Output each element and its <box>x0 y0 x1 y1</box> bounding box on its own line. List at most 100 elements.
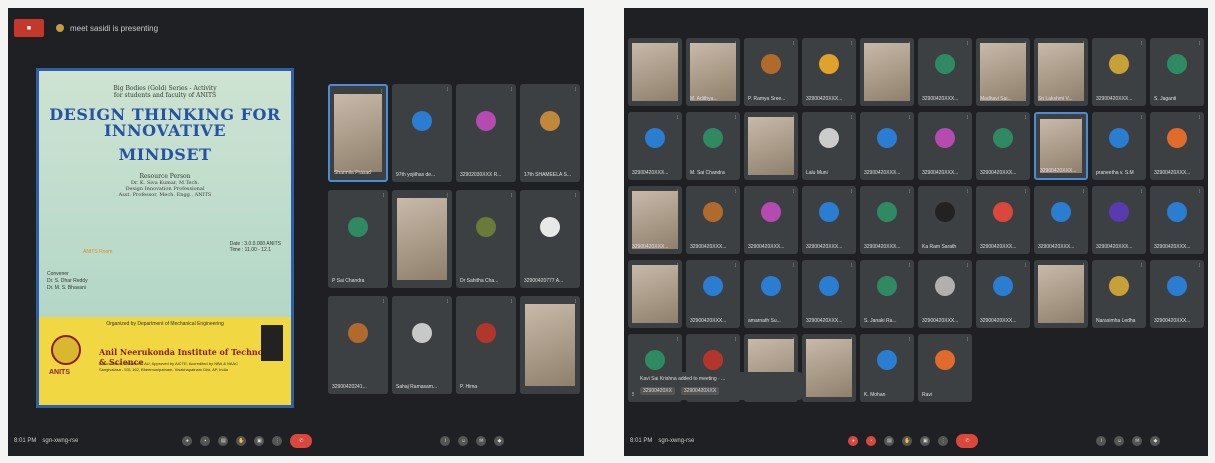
time-line: Time : 11.00 - 12.1 <box>229 247 271 253</box>
present-icon[interactable]: ▣ <box>254 436 265 446</box>
participant-tile[interactable]: ⁞ 32900420XXX... <box>860 112 914 180</box>
participant-tile[interactable]: ⁞ 32900420XXX... <box>1150 186 1204 254</box>
participant-tile[interactable]: ⁞ 32900420XXX... <box>1092 38 1146 106</box>
participant-tile[interactable]: ⁞ 32900420XXX... <box>628 112 682 180</box>
mic-off-icon[interactable]: ● <box>848 436 859 446</box>
participant-tile[interactable]: ⁞ <box>1034 260 1088 328</box>
venue-text: ANITS Room <box>83 249 113 255</box>
participant-name: K. Mohan <box>864 392 886 398</box>
participant-tile[interactable]: ⁞ Dr Sahitha Cha... <box>456 190 516 288</box>
participant-tile[interactable]: ⁞ Sahaj Ramasam... <box>392 296 452 394</box>
toast-chip[interactable]: 32900420XX <box>640 387 675 395</box>
people-icon[interactable]: ☺ <box>458 436 469 446</box>
participant-tile[interactable]: ⁞ 32900420XXX... <box>802 186 856 254</box>
participant-tile[interactable]: ⁞ 32900420XXX... <box>1150 112 1204 180</box>
participant-avatar <box>935 127 955 148</box>
participant-tile[interactable]: ⁞ 32900420XXX... <box>918 38 972 106</box>
participant-tile[interactable]: ⁞ 32900420XXX... <box>686 186 740 254</box>
participant-name: 17th SHAMEELA S... <box>524 172 571 178</box>
toast-chip[interactable]: 32900420XXX <box>680 387 720 395</box>
participant-avatar <box>348 323 368 344</box>
info-icon[interactable]: i <box>440 436 451 446</box>
leave-call-button[interactable]: ✆ <box>290 434 313 448</box>
people-icon[interactable]: ☺ <box>1114 436 1125 446</box>
participant-tile[interactable]: ⁞ K. Mohan <box>860 334 914 402</box>
more-options-icon[interactable]: ⋮ <box>272 436 283 446</box>
participant-name: 32900420XXX... <box>864 170 901 176</box>
participant-avatar <box>935 349 955 370</box>
participant-tile[interactable]: ⁞ 32900420XXX... <box>918 260 972 328</box>
activities-icon[interactable]: ◆ <box>1150 436 1161 446</box>
participant-tile[interactable]: ⁞ 17th SHAMEELA S... <box>520 84 580 182</box>
participant-tile[interactable]: ⁞ amarnath Su... <box>744 260 798 328</box>
mic-icon[interactable]: ● <box>182 436 193 446</box>
participant-tile[interactable]: ⁞ <box>520 296 580 394</box>
participant-tile[interactable]: ⁞ 32900420XXX... <box>860 186 914 254</box>
participant-tile[interactable]: ⁞ 32900420XXX... <box>802 260 856 328</box>
participant-avatar <box>761 53 781 74</box>
participant-tile[interactable]: ⁞ 32902030XXX R... <box>456 84 516 182</box>
mic-muted-icon: ⁞ <box>966 41 968 47</box>
participant-tile[interactable]: ⁞ 32900420XXX... <box>918 112 972 180</box>
participant-tile[interactable]: ⁞ 32900420XXX... <box>1150 260 1204 328</box>
participant-tile[interactable]: ⁞ 32900420XXX... <box>1034 112 1088 180</box>
mic-muted-icon: ⁞ <box>676 189 678 195</box>
participant-tile[interactable]: ⁞ Narasimha Ledha <box>1092 260 1146 328</box>
participant-tile[interactable]: ⁞ M. Adithya... <box>686 38 740 106</box>
participant-tile[interactable]: ⁞ <box>802 334 856 402</box>
captions-icon[interactable]: ▤ <box>218 436 229 446</box>
participant-tile[interactable]: ⁞ Sri Lakshmi V... <box>1034 38 1088 106</box>
present-icon[interactable]: ▣ <box>920 436 931 446</box>
participant-tile[interactable]: ⁞ S. Janaki Ra... <box>860 260 914 328</box>
participant-tile[interactable]: ⁞ M. Sai Chandra <box>686 112 740 180</box>
participant-tile[interactable]: ⁞ 32900420XXX... <box>976 112 1030 180</box>
participant-tile[interactable]: ⁞ Sharmila Prasad <box>328 84 388 182</box>
raise-hand-icon[interactable]: ✋ <box>902 436 913 446</box>
participant-tile[interactable]: ⁞ 32900420XXX... <box>802 38 856 106</box>
more-options-icon[interactable]: ⋮ <box>938 436 949 446</box>
activities-icon[interactable]: ◆ <box>494 436 505 446</box>
participant-tile[interactable]: ⁞ 97th yojithas de... <box>392 84 452 182</box>
participant-tile[interactable]: ⁞ S. Jaganti <box>1150 38 1204 106</box>
participant-avatar <box>819 275 839 296</box>
participant-tile[interactable]: ⁞ <box>860 38 914 106</box>
camera-off-icon[interactable]: ▪ <box>866 436 877 446</box>
participant-tile[interactable]: ⁞ 32900420XXX... <box>1034 186 1088 254</box>
participant-video <box>524 303 576 387</box>
participant-tile[interactable]: ⁞ 32900420XXX... <box>744 186 798 254</box>
camera-icon[interactable]: ▪ <box>200 436 211 446</box>
participant-tile[interactable]: ⁞ 32900420777 A... <box>520 190 580 288</box>
participant-tile[interactable]: ⁞ Ka Ram Sarath <box>918 186 972 254</box>
participant-tile[interactable]: ⁞ Madhavi Sai... <box>976 38 1030 106</box>
participant-tile[interactable]: ⁞ 32900420XXX... <box>976 260 1030 328</box>
participant-tile[interactable]: ⁞ 32900420XXX... <box>1092 186 1146 254</box>
info-icon[interactable]: i <box>1096 436 1107 446</box>
participant-avatar <box>645 127 665 148</box>
participant-tile[interactable]: ⁞ P Sai Chandra <box>328 190 388 288</box>
mic-muted-icon: ⁞ <box>908 337 910 343</box>
participant-tile[interactable]: ⁞ <box>744 112 798 180</box>
participant-avatar <box>1167 127 1187 148</box>
participant-name: 32900420XXX... <box>806 96 843 102</box>
participant-tile[interactable]: ⁞ <box>628 38 682 106</box>
participant-tile[interactable]: ⁞ <box>392 190 452 288</box>
participant-tile[interactable]: ⁞ <box>628 260 682 328</box>
participant-tile[interactable]: ⁞ 32900420XXX... <box>628 186 682 254</box>
stop-presenting-button[interactable]: ■ <box>14 19 44 37</box>
participant-tile[interactable]: ⁞ 32900420241... <box>328 296 388 394</box>
participant-tile[interactable]: ⁞ 32900420XXX... <box>976 186 1030 254</box>
leave-call-button[interactable]: ✆ <box>956 434 979 448</box>
chat-icon[interactable]: ✉ <box>476 436 487 446</box>
mic-muted-icon: ⁞ <box>792 337 794 343</box>
participant-tile[interactable]: ⁞ Lalu Muni <box>802 112 856 180</box>
chat-icon[interactable]: ✉ <box>1132 436 1143 446</box>
participant-tile[interactable]: ⁞ P. Hima <box>456 296 516 394</box>
participant-tile[interactable]: ⁞ P. Ramya Sree... <box>744 38 798 106</box>
participant-tile[interactable]: ⁞ 32900420XXX... <box>686 260 740 328</box>
college-address: Autonomous, Affiliated to AU, Approved b… <box>99 361 238 373</box>
participant-name: praneetha v. S.M <box>1096 170 1134 176</box>
participant-tile[interactable]: ⁞ praneetha v. S.M <box>1092 112 1146 180</box>
captions-icon[interactable]: ▤ <box>884 436 895 446</box>
raise-hand-icon[interactable]: ✋ <box>236 436 247 446</box>
participant-tile[interactable]: ⁞ Ravi <box>918 334 972 402</box>
